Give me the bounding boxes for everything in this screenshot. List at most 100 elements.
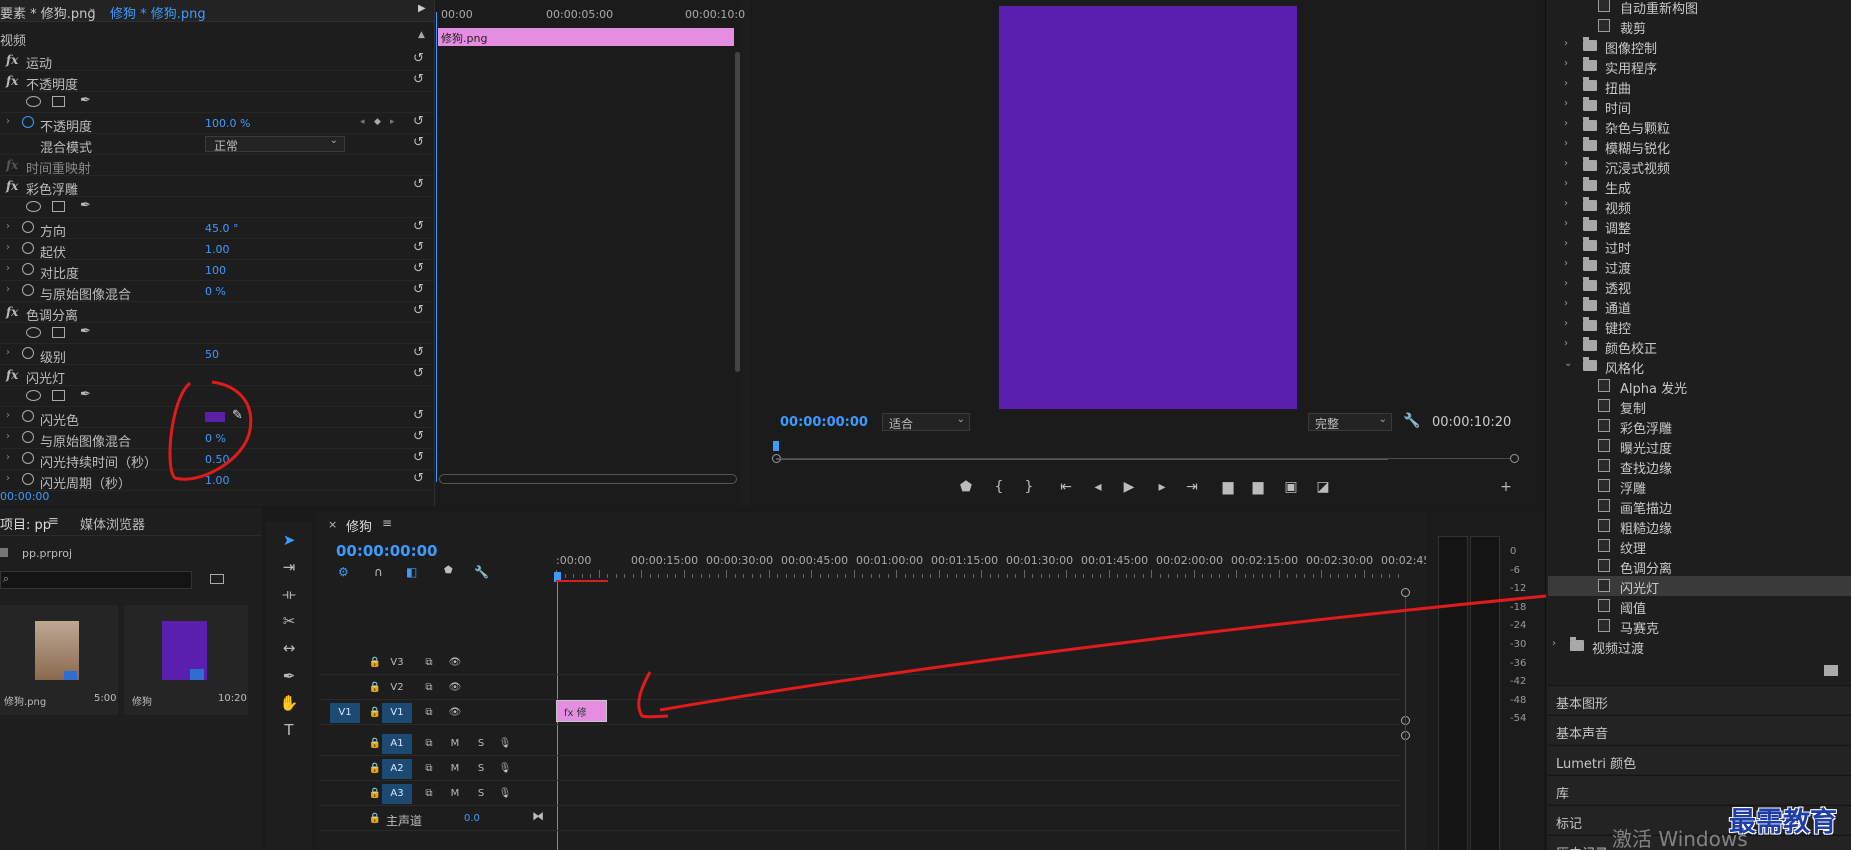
snap-icon[interactable]: ⚙ [338,565,349,579]
prev-keyframe-icon[interactable]: ◂ [360,117,365,127]
solo-button[interactable]: S [472,735,490,753]
chevron-right-icon[interactable]: › [1564,98,1568,109]
sync-lock-icon[interactable]: ⧉ [420,679,438,697]
stopwatch-icon[interactable] [22,347,34,359]
effect-tree-item[interactable]: › 过时 [1548,236,1851,257]
ellipse-mask-icon[interactable] [26,390,41,401]
sync-lock-icon[interactable]: ⧉ [420,704,438,722]
ec-timecode[interactable]: 00:00:00 [0,490,49,503]
mark-in-icon[interactable]: { [990,478,1008,496]
selection-tool-icon[interactable]: ➤ [277,528,301,552]
effect-tree-item[interactable]: 粗糙边缘 [1548,516,1851,537]
param-value[interactable]: 100.0 % [205,117,250,130]
marker-icon[interactable]: ⬟ [444,565,453,576]
rect-mask-icon[interactable] [52,390,65,401]
stopwatch-icon[interactable] [22,221,34,233]
expand-chevron-icon[interactable]: › [6,410,10,421]
effect-tree-item[interactable]: 曝光过度 [1548,436,1851,457]
work-area-bar[interactable] [556,580,608,582]
add-marker-icon[interactable]: ⬟ [957,478,975,496]
eye-icon[interactable]: 👁 [446,704,464,722]
rect-mask-icon[interactable] [52,96,65,107]
effect-tree-item[interactable]: 阈值 [1548,596,1851,617]
effect-tree-item[interactable]: 闪光灯 [1548,576,1851,597]
project-search-input[interactable]: ⌕ [0,571,192,589]
param-value[interactable]: 45.0 ° [205,222,239,235]
effect-tree-item[interactable]: › 生成 [1548,176,1851,197]
effect-tree-item[interactable]: 画笔描边 [1548,496,1851,517]
expand-chevron-icon[interactable]: › [6,347,10,358]
program-timecode[interactable]: 00:00:00:00 [780,415,868,430]
effect-tree-item[interactable]: › 调整 [1548,216,1851,237]
chevron-right-icon[interactable]: › [1564,318,1568,329]
reset-icon[interactable]: ↺ [413,72,424,87]
step-back-icon[interactable]: ◂ [1089,478,1107,496]
fx-icon[interactable]: fx [6,53,18,67]
fx-icon[interactable]: fx [6,305,18,319]
effect-name[interactable]: 闪光灯 [26,368,65,387]
reset-icon[interactable]: ↺ [413,471,424,486]
eyedropper-icon[interactable]: ✎ [232,408,243,423]
reset-icon[interactable]: ↺ [413,114,424,129]
reset-icon[interactable]: ↺ [413,282,424,297]
solo-button[interactable]: S [472,760,490,778]
play-icon[interactable]: ▶ [1120,478,1138,496]
scrub-playhead[interactable] [773,441,779,451]
effect-name[interactable]: 运动 [26,53,52,72]
pen-mask-icon[interactable]: ✒ [80,387,91,402]
param-value[interactable]: 0 % [205,432,226,445]
solo-button[interactable]: S [472,785,490,803]
reset-icon[interactable]: ↺ [413,429,424,444]
stopwatch-icon[interactable] [22,116,34,128]
pen-mask-icon[interactable]: ✒ [80,198,91,213]
rect-mask-icon[interactable] [52,327,65,338]
lift-icon[interactable]: ▆ [1219,478,1237,496]
effect-tree-item[interactable]: › 杂色与颗粒 [1548,116,1851,137]
reset-icon[interactable]: ↺ [413,219,424,234]
slip-tool-icon[interactable]: ↔ [277,636,301,660]
export-frame-icon[interactable]: ▣ [1282,478,1300,496]
mic-icon[interactable]: 🎙 [496,735,514,753]
param-value[interactable]: 0 % [205,285,226,298]
effect-tree-item[interactable]: › 通道 [1548,296,1851,317]
side-panel-header[interactable]: Lumetri 颜色 [1548,745,1851,774]
effect-tree-item[interactable]: 彩色浮雕 [1548,416,1851,437]
tab-project[interactable]: 项目: pp [0,514,51,533]
stopwatch-icon[interactable] [22,452,34,464]
chevron-right-icon[interactable]: › [1564,198,1568,209]
side-panel-header[interactable]: 基本图形 [1548,685,1851,714]
fx-icon[interactable]: fx [6,368,18,382]
effect-tree-item[interactable]: 自动重新构图 [1548,0,1851,17]
extract-icon[interactable]: ▆ [1249,478,1267,496]
param-value[interactable]: 1.00 [205,243,230,256]
master-ends-icon[interactable]: ⧓ [532,809,544,823]
chevron-right-icon[interactable]: › [1564,298,1568,309]
sync-lock-icon[interactable]: ⧉ [420,785,438,803]
track-select-tool-icon[interactable]: ⇥ [277,555,301,579]
program-frame[interactable] [999,6,1297,409]
chevron-right-icon[interactable]: › [1564,138,1568,149]
pen-tool-icon[interactable]: ✒ [277,664,301,688]
effect-tree-item[interactable]: 纹理 [1548,536,1851,557]
razor-tool-icon[interactable]: ✂ [277,609,301,633]
pen-mask-icon[interactable]: ✒ [80,324,91,339]
ellipse-mask-icon[interactable] [26,96,41,107]
stopwatch-icon[interactable] [22,284,34,296]
chevron-right-icon[interactable]: › [1564,178,1568,189]
effect-tree-item[interactable]: 马赛克 [1548,616,1851,637]
reset-icon[interactable]: ↺ [413,51,424,66]
effect-tree-item[interactable]: ⌄ 风格化 [1548,356,1851,377]
tab-media-browser[interactable]: 媒体浏览器 [80,514,145,533]
ellipse-mask-icon[interactable] [26,327,41,338]
wrench-icon[interactable]: 🔧 [474,565,489,579]
effect-tree-item[interactable]: 复制 [1548,396,1851,417]
linked-select-icon[interactable]: ∩ [374,565,383,579]
master-value[interactable]: 0.0 [464,813,480,824]
tab-active-clip[interactable]: 修狗 * 修狗.png [110,3,206,22]
track-label[interactable]: V2 [382,678,412,698]
ec-clip-bar[interactable]: 修狗.png [438,28,734,46]
menu-icon[interactable]: ≡ [382,516,392,530]
stopwatch-icon[interactable] [22,263,34,275]
timeline-vscroll-top[interactable] [1401,588,1410,597]
param-value[interactable]: 0.50 [205,453,230,466]
